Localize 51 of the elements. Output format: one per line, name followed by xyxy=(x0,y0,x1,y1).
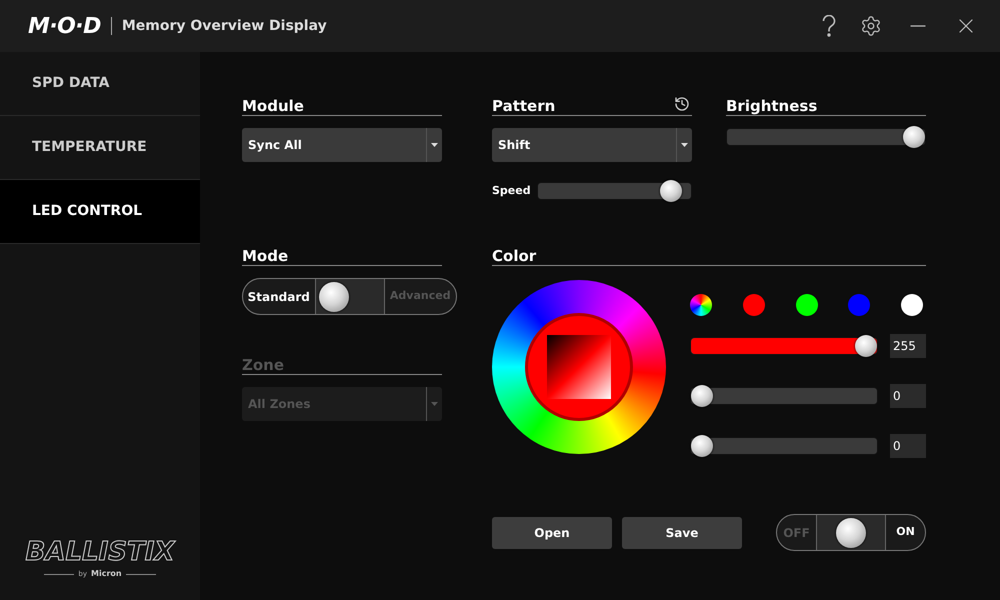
section-heading: Mode xyxy=(242,249,288,264)
spectrum-swatch[interactable] xyxy=(690,294,712,316)
slider-thumb[interactable] xyxy=(855,335,877,357)
slider-thumb[interactable] xyxy=(691,385,713,407)
brand-name: BALLISTIX xyxy=(26,539,174,565)
brand-maker: Micron xyxy=(91,568,122,580)
toggle-switch[interactable]: OFF ON xyxy=(776,514,926,551)
help-icon[interactable] xyxy=(822,15,836,37)
section-heading: Zone xyxy=(242,358,284,373)
slider-track[interactable] xyxy=(690,437,878,455)
color-swatch[interactable] xyxy=(901,294,923,316)
dropdown[interactable]: Shift xyxy=(492,128,692,162)
value-field[interactable]: 0 xyxy=(890,384,926,408)
window-title: Memory Overview Display xyxy=(122,16,327,36)
toggle-knob[interactable] xyxy=(318,282,348,312)
dropdown-value: Sync All xyxy=(247,137,303,154)
settings-icon[interactable] xyxy=(860,15,882,37)
toggle-switch[interactable]: Standard Advanced xyxy=(242,278,457,315)
section-heading: Brightness xyxy=(726,99,818,114)
history-icon[interactable] xyxy=(674,96,690,112)
toggle-label: ON xyxy=(895,524,916,540)
value-field[interactable]: 0 xyxy=(890,434,926,458)
app-logo: M·O·D xyxy=(28,12,101,40)
action-button[interactable]: Save xyxy=(622,516,742,548)
slider-track[interactable] xyxy=(726,128,926,146)
dropdown-value: All Zones xyxy=(247,396,312,413)
slider-track[interactable] xyxy=(690,387,878,405)
section-heading: Pattern xyxy=(492,99,556,114)
sidebar-item[interactable]: LED CONTROL xyxy=(0,180,200,244)
color-swatch[interactable] xyxy=(742,294,765,316)
section-heading: Color xyxy=(492,249,536,264)
section-heading: Module xyxy=(242,99,304,114)
dropdown[interactable]: Sync All xyxy=(242,128,442,162)
value-field[interactable]: 255 xyxy=(890,334,926,358)
color-swatch[interactable] xyxy=(848,294,870,316)
toggle-label: Advanced xyxy=(388,288,452,304)
caret-icon xyxy=(681,143,688,147)
slider-thumb[interactable] xyxy=(660,180,682,202)
toggle-knob[interactable] xyxy=(836,518,866,548)
dropdown-value: Shift xyxy=(497,137,532,154)
caret-icon xyxy=(431,402,438,406)
color-swatch[interactable] xyxy=(796,294,818,316)
toggle-label: OFF xyxy=(782,524,811,542)
slider-track[interactable] xyxy=(537,182,692,200)
speed-label: Speed xyxy=(492,182,529,199)
sidebar-item[interactable]: SPD DATA xyxy=(0,52,200,116)
caret-icon xyxy=(431,143,438,147)
toggle-label: Standard xyxy=(246,288,311,306)
action-button[interactable]: Open xyxy=(492,516,612,548)
slider-thumb[interactable] xyxy=(691,435,713,457)
slider-thumb[interactable] xyxy=(903,126,925,148)
